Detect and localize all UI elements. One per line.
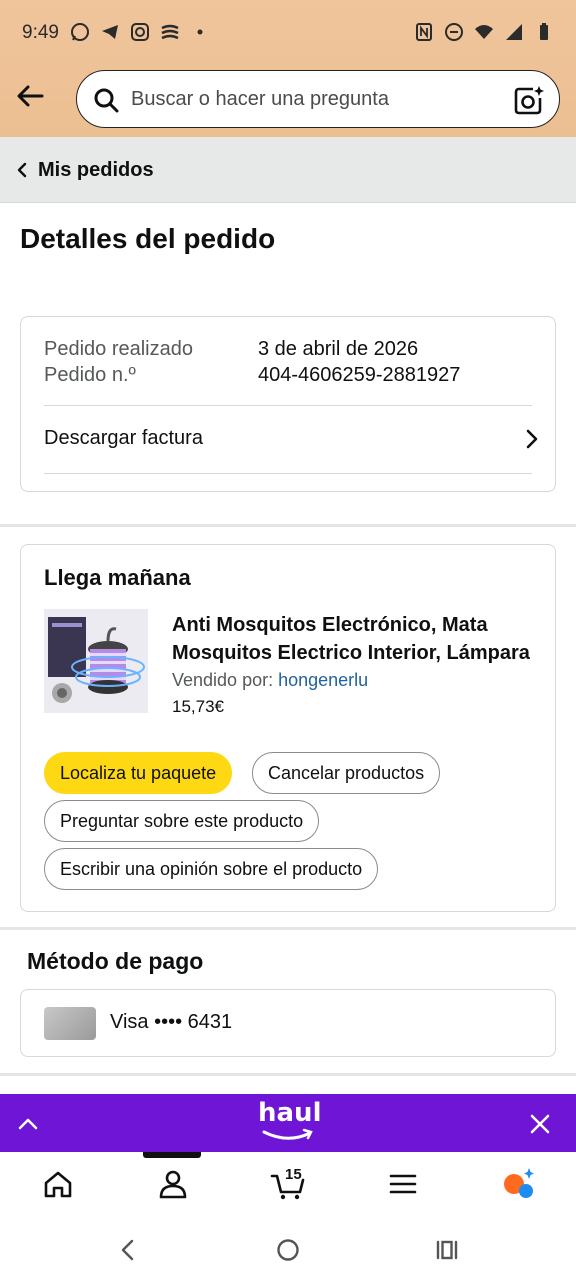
payment-heading: Método de pago xyxy=(27,948,204,974)
more-dot-icon xyxy=(197,29,203,35)
payment-method-card: Visa •••• 6431 xyxy=(20,989,556,1057)
telegram-icon xyxy=(102,25,118,39)
page-title: Detalles del pedido xyxy=(20,223,276,254)
notification-icons xyxy=(70,22,210,42)
delivery-card: Llega mañana Anti Mosquitos Electrónico,… xyxy=(20,544,556,912)
sold-by-label: Vendido por: xyxy=(172,670,274,690)
payment-card-text: Visa •••• 6431 xyxy=(110,1011,233,1033)
home-icon[interactable] xyxy=(40,1166,76,1202)
battery-icon xyxy=(540,23,548,40)
close-icon[interactable] xyxy=(528,1112,552,1136)
wifi-icon xyxy=(475,25,493,39)
camera-lens-icon[interactable] xyxy=(513,84,545,116)
write-review-button[interactable]: Escribir una opinión sobre el producto xyxy=(44,848,379,890)
instagram-icon xyxy=(131,23,149,41)
chevron-up-icon[interactable] xyxy=(16,1112,40,1134)
menu-icon[interactable] xyxy=(385,1166,421,1202)
mosquito-lamp-image xyxy=(44,609,148,713)
back-arrow-icon[interactable] xyxy=(14,80,46,112)
signal-icon xyxy=(506,24,522,40)
sold-by: Vendido por: hongenerlu xyxy=(172,670,368,691)
credit-card-icon xyxy=(44,1007,96,1040)
app-notification-icon xyxy=(161,24,179,40)
order-info-card: Pedido realizado 3 de abril de 2026 Pedi… xyxy=(20,316,556,492)
delivery-heading: Llega mañana xyxy=(44,565,191,590)
seller-link[interactable]: hongenerlu xyxy=(278,670,368,690)
cart-count: 15 xyxy=(285,1166,302,1183)
search-input[interactable] xyxy=(131,81,491,117)
system-navigation-bar xyxy=(0,1218,576,1280)
search-icon xyxy=(94,88,119,113)
product-image[interactable] xyxy=(44,609,148,713)
search-bar[interactable] xyxy=(76,70,560,128)
status-bar: 9:49 xyxy=(0,0,576,66)
breadcrumb[interactable]: Mis pedidos xyxy=(0,137,576,203)
haul-logo: haul xyxy=(258,1098,322,1148)
bottom-nav: 15 xyxy=(0,1152,576,1218)
active-tab-indicator xyxy=(143,1152,201,1158)
rufus-assistant-icon[interactable] xyxy=(500,1166,536,1202)
order-date-label: Pedido realizado xyxy=(44,338,193,360)
system-home-icon[interactable] xyxy=(274,1236,302,1264)
haul-logo-text: haul xyxy=(258,1098,322,1128)
download-invoice-row[interactable]: Descargar factura xyxy=(21,406,555,473)
section-separator xyxy=(0,1073,576,1076)
chevron-right-icon xyxy=(526,429,538,449)
status-time: 9:49 xyxy=(22,22,59,43)
cancel-items-button[interactable]: Cancelar productos xyxy=(252,752,441,794)
product-price: 15,73€ xyxy=(172,697,224,716)
whatsapp-icon xyxy=(71,23,89,41)
download-invoice-label: Descargar factura xyxy=(44,427,203,449)
system-recents-icon[interactable] xyxy=(433,1236,461,1264)
divider xyxy=(44,473,532,474)
track-package-button[interactable]: Localiza tu paquete xyxy=(44,752,233,794)
system-back-icon[interactable] xyxy=(114,1236,142,1264)
haul-banner[interactable]: haul xyxy=(0,1094,576,1152)
smile-arrow-icon xyxy=(262,1128,313,1140)
breadcrumb-label: Mis pedidos xyxy=(38,159,154,181)
ask-product-question-button[interactable]: Preguntar sobre este producto xyxy=(44,800,320,842)
app-header: 9:49 xyxy=(0,0,576,137)
chevron-left-icon xyxy=(17,162,27,178)
order-number-label: Pedido n.º xyxy=(44,364,136,386)
section-separator xyxy=(0,524,576,527)
order-date-value: 3 de abril de 2026 xyxy=(258,338,419,360)
account-icon[interactable] xyxy=(155,1166,191,1202)
do-not-disturb-icon xyxy=(445,23,463,41)
product-title[interactable]: Anti Mosquitos Electrónico, Mata Mosquit… xyxy=(172,611,537,667)
section-separator xyxy=(0,927,576,930)
system-icons xyxy=(414,22,554,42)
order-number-value: 404-4606259-2881927 xyxy=(258,364,461,386)
nfc-icon xyxy=(416,23,432,41)
